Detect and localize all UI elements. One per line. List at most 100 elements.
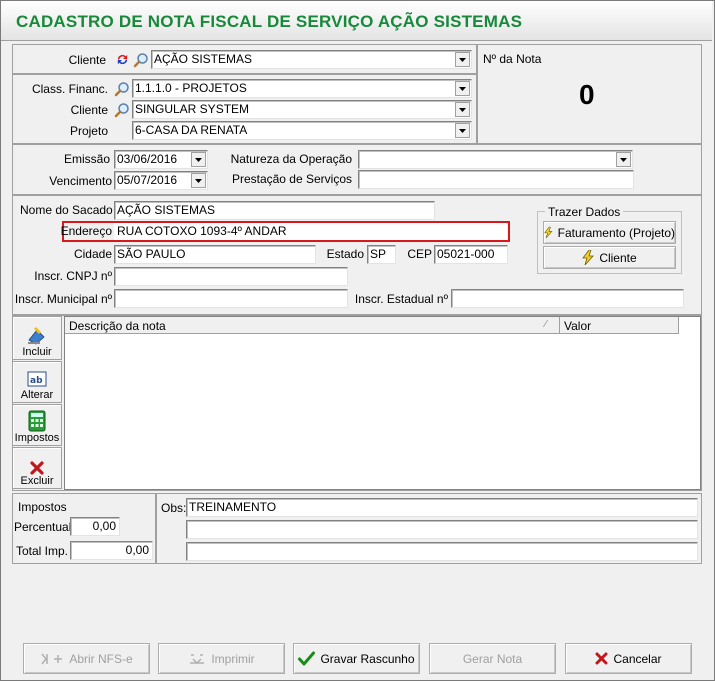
projeto-combo[interactable]: 6-CASA DA RENATA bbox=[132, 121, 472, 140]
refresh-icon[interactable] bbox=[113, 50, 131, 69]
imprimir-label: Imprimir bbox=[211, 651, 255, 666]
natureza-combo[interactable] bbox=[358, 150, 633, 169]
total-imp-input[interactable]: 0,00 bbox=[70, 541, 153, 560]
gerar-nota-button[interactable]: Gerar Nota bbox=[429, 643, 556, 674]
cancelar-button[interactable]: Cancelar bbox=[565, 643, 692, 674]
nota-label: Nº da Nota bbox=[483, 52, 542, 66]
vencimento-label: Vencimento bbox=[49, 174, 112, 188]
cliente2-value: SINGULAR SYSTEM bbox=[135, 102, 250, 116]
incluir-button[interactable]: Incluir bbox=[12, 316, 62, 360]
projeto-label: Projeto bbox=[69, 124, 108, 138]
cnpj-input[interactable] bbox=[114, 267, 348, 286]
cliente-dados-button[interactable]: Cliente bbox=[543, 246, 676, 269]
impostos-label: Impostos bbox=[18, 500, 67, 514]
chevron-down-icon[interactable] bbox=[455, 102, 470, 117]
obs-line-2[interactable] bbox=[186, 520, 698, 539]
incluir-label: Incluir bbox=[22, 346, 52, 358]
lightning-icon bbox=[582, 250, 595, 265]
impostos-button[interactable]: Impostos bbox=[12, 404, 62, 446]
delete-x-icon bbox=[30, 461, 44, 475]
obs-label: Obs: bbox=[161, 501, 187, 515]
cliente-value: AÇÃO SISTEMAS bbox=[154, 52, 253, 66]
abrir-nfse-button[interactable]: Abrir NFS-e bbox=[23, 643, 150, 674]
nome-sacado-input[interactable]: AÇÃO SISTEMAS bbox=[114, 201, 435, 220]
search-icon[interactable] bbox=[132, 50, 150, 69]
prestacao-label: Prestação de Serviços bbox=[231, 172, 352, 186]
cliente2-label: Cliente bbox=[70, 103, 108, 117]
percentual-input[interactable]: 0,00 bbox=[70, 517, 120, 536]
chevron-down-icon[interactable] bbox=[455, 81, 470, 96]
cnpj-label: Inscr. CNPJ nº bbox=[34, 269, 112, 283]
col-descricao-header[interactable]: Descrição da nota bbox=[69, 318, 166, 334]
excluir-button[interactable]: Excluir bbox=[12, 447, 62, 489]
cliente2-combo[interactable]: SINGULAR SYSTEM bbox=[132, 100, 472, 119]
close-icon bbox=[595, 652, 608, 665]
estado-input[interactable]: SP bbox=[367, 245, 396, 264]
abrir-nfse-label: Abrir NFS-e bbox=[69, 651, 133, 666]
gerar-nota-label: Gerar Nota bbox=[462, 651, 523, 666]
lightning-icon bbox=[544, 226, 553, 239]
projeto-value: 6-CASA DA RENATA bbox=[135, 123, 248, 137]
edit-text-icon: ab bbox=[27, 371, 47, 387]
impostos-btn-label: Impostos bbox=[14, 432, 60, 444]
col-divider bbox=[678, 317, 679, 334]
class-financ-value: 1.1.1.0 - PROJETOS bbox=[135, 81, 247, 95]
sort-icon: ⁄ bbox=[545, 319, 547, 330]
class-financ-label: Class. Financ. bbox=[31, 82, 108, 96]
cliente-combo[interactable]: AÇÃO SISTEMAS bbox=[151, 50, 472, 69]
gravar-rascunho-button[interactable]: Gravar Rascunho bbox=[293, 643, 420, 674]
endereco-input[interactable]: RUA COTOXO 1093-4º ANDAR bbox=[114, 223, 507, 240]
checkmark-icon bbox=[298, 651, 316, 666]
municipal-label: Inscr. Municipal nº bbox=[14, 292, 112, 306]
alterar-button[interactable]: ab Alterar bbox=[12, 361, 62, 403]
items-grid[interactable]: Descrição da nota ⁄ Valor bbox=[64, 316, 701, 490]
vencimento-value: 05/07/2016 bbox=[117, 173, 178, 187]
obs-line-1[interactable]: TREINAMENTO bbox=[186, 498, 698, 517]
add-document-icon bbox=[28, 326, 45, 345]
search-icon[interactable] bbox=[113, 79, 131, 98]
cidade-input[interactable]: SÃO PAULO bbox=[114, 245, 316, 264]
open-nfse-icon bbox=[41, 653, 63, 664]
chevron-down-icon[interactable] bbox=[191, 152, 206, 167]
printer-icon bbox=[190, 653, 205, 664]
svg-text:ab: ab bbox=[30, 376, 43, 386]
estadual-label: Inscr. Estadual nº bbox=[354, 292, 448, 306]
cancelar-label: Cancelar bbox=[613, 651, 662, 666]
cliente-dados-label: Cliente bbox=[599, 250, 637, 265]
calculator-icon bbox=[28, 410, 46, 432]
total-imp-label: Total Imp. bbox=[15, 544, 68, 558]
chevron-down-icon[interactable] bbox=[455, 123, 470, 138]
imprimir-button[interactable]: Imprimir bbox=[158, 643, 285, 674]
window-title: CADASTRO DE NOTA FISCAL DE SERVIÇO AÇÃO … bbox=[16, 12, 523, 31]
percentual-label: Percentual bbox=[14, 520, 72, 534]
estadual-input[interactable] bbox=[451, 289, 684, 308]
faturamento-label: Faturamento (Projeto) bbox=[557, 225, 675, 240]
emissao-label: Emissão bbox=[63, 152, 110, 166]
natureza-label: Natureza da Operação bbox=[230, 152, 352, 166]
prestacao-input[interactable] bbox=[358, 170, 634, 189]
estado-label: Estado bbox=[326, 247, 364, 261]
obs-line-3[interactable] bbox=[186, 542, 698, 561]
search-icon[interactable] bbox=[113, 100, 131, 119]
cliente-label: Cliente bbox=[68, 53, 106, 67]
cidade-label: Cidade bbox=[73, 247, 112, 261]
cep-label: CEP bbox=[407, 247, 432, 261]
faturamento-projeto-button[interactable]: Faturamento (Projeto) bbox=[543, 221, 676, 244]
chevron-down-icon[interactable] bbox=[191, 173, 206, 188]
chevron-down-icon[interactable] bbox=[616, 152, 631, 167]
gravar-rascunho-label: Gravar Rascunho bbox=[320, 651, 415, 666]
emissao-date[interactable]: 03/06/2016 bbox=[114, 150, 208, 169]
municipal-input[interactable] bbox=[114, 289, 348, 308]
nome-sacado-label: Nome do Sacado bbox=[20, 203, 113, 217]
endereco-label: Endereço bbox=[60, 224, 112, 238]
class-financ-combo[interactable]: 1.1.1.0 - PROJETOS bbox=[132, 79, 472, 98]
excluir-label: Excluir bbox=[20, 475, 54, 487]
chevron-down-icon[interactable] bbox=[455, 52, 470, 67]
nota-number: 0 bbox=[579, 79, 595, 110]
col-valor-header[interactable]: Valor bbox=[564, 318, 591, 334]
vencimento-date[interactable]: 05/07/2016 bbox=[114, 171, 208, 190]
emissao-value: 03/06/2016 bbox=[117, 152, 178, 166]
trazer-dados-label: Trazer Dados bbox=[545, 204, 624, 220]
cep-input[interactable]: 05021-000 bbox=[434, 245, 508, 264]
alterar-label: Alterar bbox=[20, 389, 54, 401]
